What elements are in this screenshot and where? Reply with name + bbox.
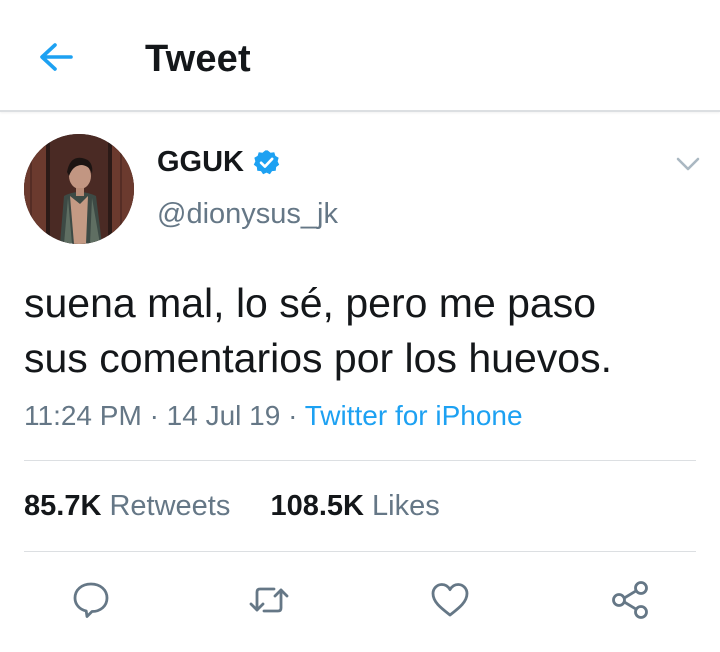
tweet-text-line-2: sus comentarios por los huevos.	[24, 335, 612, 381]
share-icon	[612, 581, 648, 619]
back-button[interactable]	[30, 34, 82, 80]
tweet-source-link[interactable]: Twitter for iPhone	[305, 400, 523, 431]
tweet-text-line-1: suena mal, lo sé, pero me paso	[24, 280, 597, 326]
meta-separator: ·	[288, 400, 298, 431]
tweet-time: 11:24 PM	[24, 400, 142, 431]
meta-separator: ·	[149, 400, 159, 431]
reply-button[interactable]	[69, 579, 113, 621]
tweet-meta: 11:24 PM · 14 Jul 19 · Twitter for iPhon…	[24, 400, 523, 432]
divider	[24, 551, 696, 552]
tweet-text: suena mal, lo sé, pero me paso sus comen…	[24, 276, 696, 386]
chevron-down-icon	[676, 157, 700, 171]
user-handle[interactable]: @dionysus_jk	[157, 198, 338, 231]
verified-badge-icon	[253, 149, 280, 176]
tweet-options-button[interactable]	[672, 150, 704, 178]
retweets-count: 85.7K	[24, 490, 102, 522]
avatar-image	[24, 134, 134, 244]
display-name[interactable]: GGUK	[157, 146, 244, 179]
like-button[interactable]	[428, 579, 472, 621]
reply-icon	[73, 582, 109, 618]
likes-stat[interactable]: 108.5K Likes	[270, 490, 439, 522]
divider	[24, 460, 696, 461]
retweets-label: Retweets	[109, 490, 231, 522]
retweet-icon	[249, 587, 289, 613]
heart-icon	[431, 583, 469, 617]
top-bar: Tweet	[0, 0, 720, 112]
arrow-left-icon	[40, 43, 73, 71]
page-title: Tweet	[145, 38, 251, 80]
retweet-button[interactable]	[247, 579, 291, 621]
avatar[interactable]	[24, 134, 134, 244]
author-name-row: GGUK	[157, 146, 280, 179]
likes-label: Likes	[372, 490, 440, 522]
share-button[interactable]	[608, 579, 652, 621]
likes-count: 108.5K	[270, 490, 364, 522]
tweet-date: 14 Jul 19	[166, 400, 281, 431]
tweet-stats: 85.7K Retweets 108.5K Likes	[24, 490, 440, 523]
retweets-stat[interactable]: 85.7K Retweets	[24, 490, 238, 522]
